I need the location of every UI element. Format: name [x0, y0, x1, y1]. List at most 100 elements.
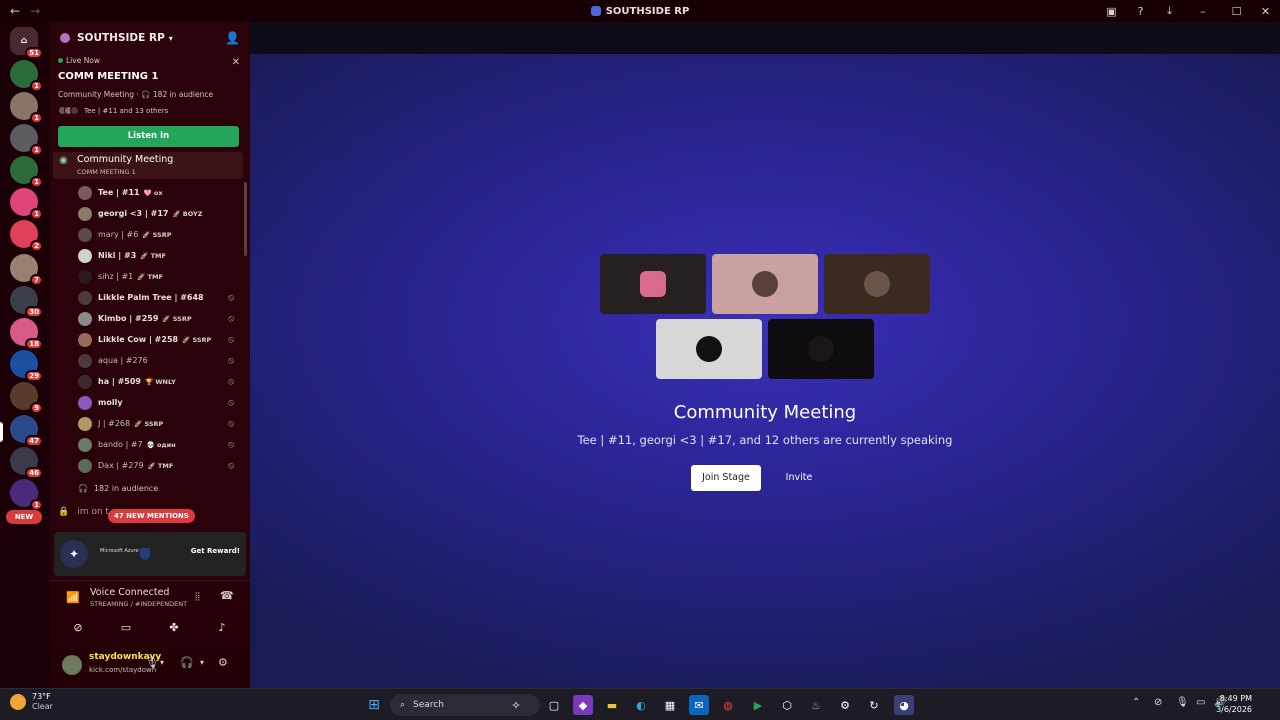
chevron-down-icon[interactable]: ▾: [160, 658, 164, 667]
participant-row[interactable]: ha | #509 🏆 WNLY ⦸: [50, 371, 246, 392]
participant-row[interactable]: Kimbo | #259 🚀 SSRP ⦸: [50, 308, 246, 329]
speaker-tile[interactable]: [656, 319, 762, 379]
speaker-tile[interactable]: [824, 254, 930, 314]
discord-icon[interactable]: ◕: [894, 695, 914, 715]
chevron-up-icon[interactable]: ⌃: [1132, 697, 1140, 708]
participant-row[interactable]: J | #268 🚀 SSRP ⦸: [50, 413, 246, 434]
participant-row[interactable]: molly ⦸: [50, 392, 246, 413]
join-stage-button[interactable]: Join Stage: [691, 465, 761, 491]
participant-row[interactable]: Tee | #11 🩷 ox: [50, 182, 246, 203]
stage-channel[interactable]: ◉ Community Meeting COMM MEETING 1: [53, 152, 243, 179]
server-header[interactable]: SOUTHSIDE RP ▾ 👤: [50, 22, 250, 54]
help-icon[interactable]: ?: [1126, 0, 1155, 22]
edge-icon[interactable]: ◐: [631, 695, 651, 715]
server-icon[interactable]: 18: [10, 318, 43, 350]
activities-icon[interactable]: ✤: [156, 617, 192, 637]
server-icon[interactable]: 7: [10, 254, 43, 286]
hangup-icon[interactable]: ☎: [220, 589, 234, 602]
weather-widget[interactable]: 73°F Clear: [10, 692, 53, 712]
channel-sidebar: SOUTHSIDE RP ▾ 👤 Live Now ✕ COMM MEETING…: [50, 22, 250, 688]
settings-icon[interactable]: ⚙: [218, 656, 228, 669]
clock[interactable]: 8:49 PM 3/6/2026: [1216, 693, 1252, 715]
maximize-icon[interactable]: ☐: [1222, 0, 1251, 22]
network-icon[interactable]: ⊘: [1154, 697, 1162, 708]
inbox-icon[interactable]: ▣: [1097, 0, 1126, 22]
headphones-icon[interactable]: 🎧: [180, 656, 194, 669]
task-view-icon[interactable]: ▢: [544, 695, 564, 715]
minimize-icon[interactable]: –: [1184, 0, 1222, 22]
new-mentions-pill[interactable]: 47 NEW MENTIONS: [108, 509, 195, 523]
chrome-icon[interactable]: ◍: [718, 695, 738, 715]
app-icon[interactable]: ▶: [748, 695, 768, 715]
settings-icon[interactable]: ⚙: [835, 695, 855, 715]
participant-row[interactable]: Likkle Cow | #258 🚀 SSRP ⦸: [50, 329, 246, 350]
steam-icon[interactable]: ♨: [806, 695, 826, 715]
add-member-icon[interactable]: 👤: [225, 31, 240, 45]
server-icon[interactable]: 1: [10, 124, 43, 156]
new-unreads-pill[interactable]: NEW: [6, 510, 42, 524]
live-stage-card: Live Now ✕ COMM MEETING 1 Community Meet…: [58, 56, 240, 115]
server-icon[interactable]: 47: [10, 415, 43, 447]
camera-off-icon[interactable]: ⊘: [60, 617, 96, 637]
monitor-icon[interactable]: ▭: [1196, 697, 1205, 708]
participant-row[interactable]: aqua | #276 ⦸: [50, 350, 246, 371]
soundwave-icon[interactable]: ⦙⦙: [195, 590, 200, 604]
server-icon[interactable]: 1: [10, 156, 43, 188]
app-icon[interactable]: ↻: [864, 695, 884, 715]
participant-row[interactable]: bando | #7 💀 один ⦸: [50, 434, 246, 455]
invite-button[interactable]: Invite: [765, 465, 833, 491]
download-icon[interactable]: ⤓: [1155, 0, 1184, 22]
signal-icon: 📶: [66, 591, 80, 604]
speaker-tile[interactable]: [600, 254, 706, 314]
participant-row[interactable]: georgi <3 | #17 🚀 BOYZ: [50, 203, 246, 224]
app-icon[interactable]: ⬡: [777, 695, 797, 715]
speaker-tile[interactable]: [712, 254, 818, 314]
listen-in-button[interactable]: Listen In: [58, 126, 239, 147]
windows-start-icon[interactable]: ⊞: [364, 695, 384, 715]
participant-row[interactable]: sihz | #1 🚀 TMF: [50, 266, 246, 287]
back-arrow-icon[interactable]: ←: [10, 4, 20, 18]
copilot-icon[interactable]: ✧: [506, 695, 526, 715]
server-icon[interactable]: 1: [10, 188, 43, 220]
server-icon[interactable]: 2: [10, 220, 43, 252]
store-icon[interactable]: ▦: [660, 695, 680, 715]
outlook-icon[interactable]: ✉: [689, 695, 709, 715]
participant-row[interactable]: Dax | #279 🚀 TMF ⦸: [50, 455, 246, 476]
promo-banner[interactable]: ✦ Microsoft Azure Get Reward!: [54, 532, 246, 576]
chevron-down-icon[interactable]: ▾: [200, 658, 204, 667]
scrollbar[interactable]: [244, 182, 247, 256]
app-icon[interactable]: ◆: [573, 695, 593, 715]
server-icon[interactable]: 30: [10, 286, 43, 318]
audience-row[interactable]: 🎧 182 in audience: [78, 484, 158, 493]
mute-icon: ⦸: [228, 397, 234, 408]
soundboard-icon[interactable]: ♪: [204, 617, 240, 637]
live-meta: Community Meeting · 🎧 182 in audience: [58, 90, 214, 99]
participant-row[interactable]: Niki | #3 🚀 TMF: [50, 245, 246, 266]
participant-row[interactable]: Likkle Palm Tree | #648 ⦸: [50, 287, 246, 308]
file-explorer-icon[interactable]: ▬: [602, 695, 622, 715]
home-button[interactable]: ⌂ 51: [10, 27, 43, 59]
mic-icon[interactable]: 🎙: [145, 656, 159, 669]
server-icon[interactable]: 1: [10, 92, 43, 124]
participant-row[interactable]: mary | #6 🚀 SSRP: [50, 224, 246, 245]
voice-channel[interactable]: STREAMING / #INDEPENDENT: [90, 600, 187, 608]
locked-channel[interactable]: 🔒 im on t: [58, 507, 109, 517]
server-icon[interactable]: 46: [10, 447, 43, 479]
close-icon[interactable]: ✕: [232, 57, 240, 68]
avatar: [78, 185, 92, 200]
speaker-tile[interactable]: [768, 319, 874, 379]
server-icon[interactable]: 1: [10, 60, 43, 92]
mic-icon[interactable]: 🎙: [1176, 697, 1189, 708]
forward-arrow-icon[interactable]: →: [30, 4, 40, 18]
voice-status[interactable]: Voice Connected: [90, 587, 169, 598]
screen-share-icon[interactable]: ▭: [108, 617, 144, 637]
server-icon[interactable]: 29: [10, 350, 43, 382]
avatar: [78, 290, 92, 305]
get-reward-button[interactable]: Get Reward!: [191, 547, 240, 555]
server-icon[interactable]: 9: [10, 382, 43, 414]
server-icon[interactable]: 1: [10, 479, 43, 511]
avatar[interactable]: [62, 655, 82, 675]
close-icon[interactable]: ✕: [1251, 0, 1280, 22]
lock-icon: 🔒: [58, 507, 70, 517]
avatar: [78, 206, 92, 221]
